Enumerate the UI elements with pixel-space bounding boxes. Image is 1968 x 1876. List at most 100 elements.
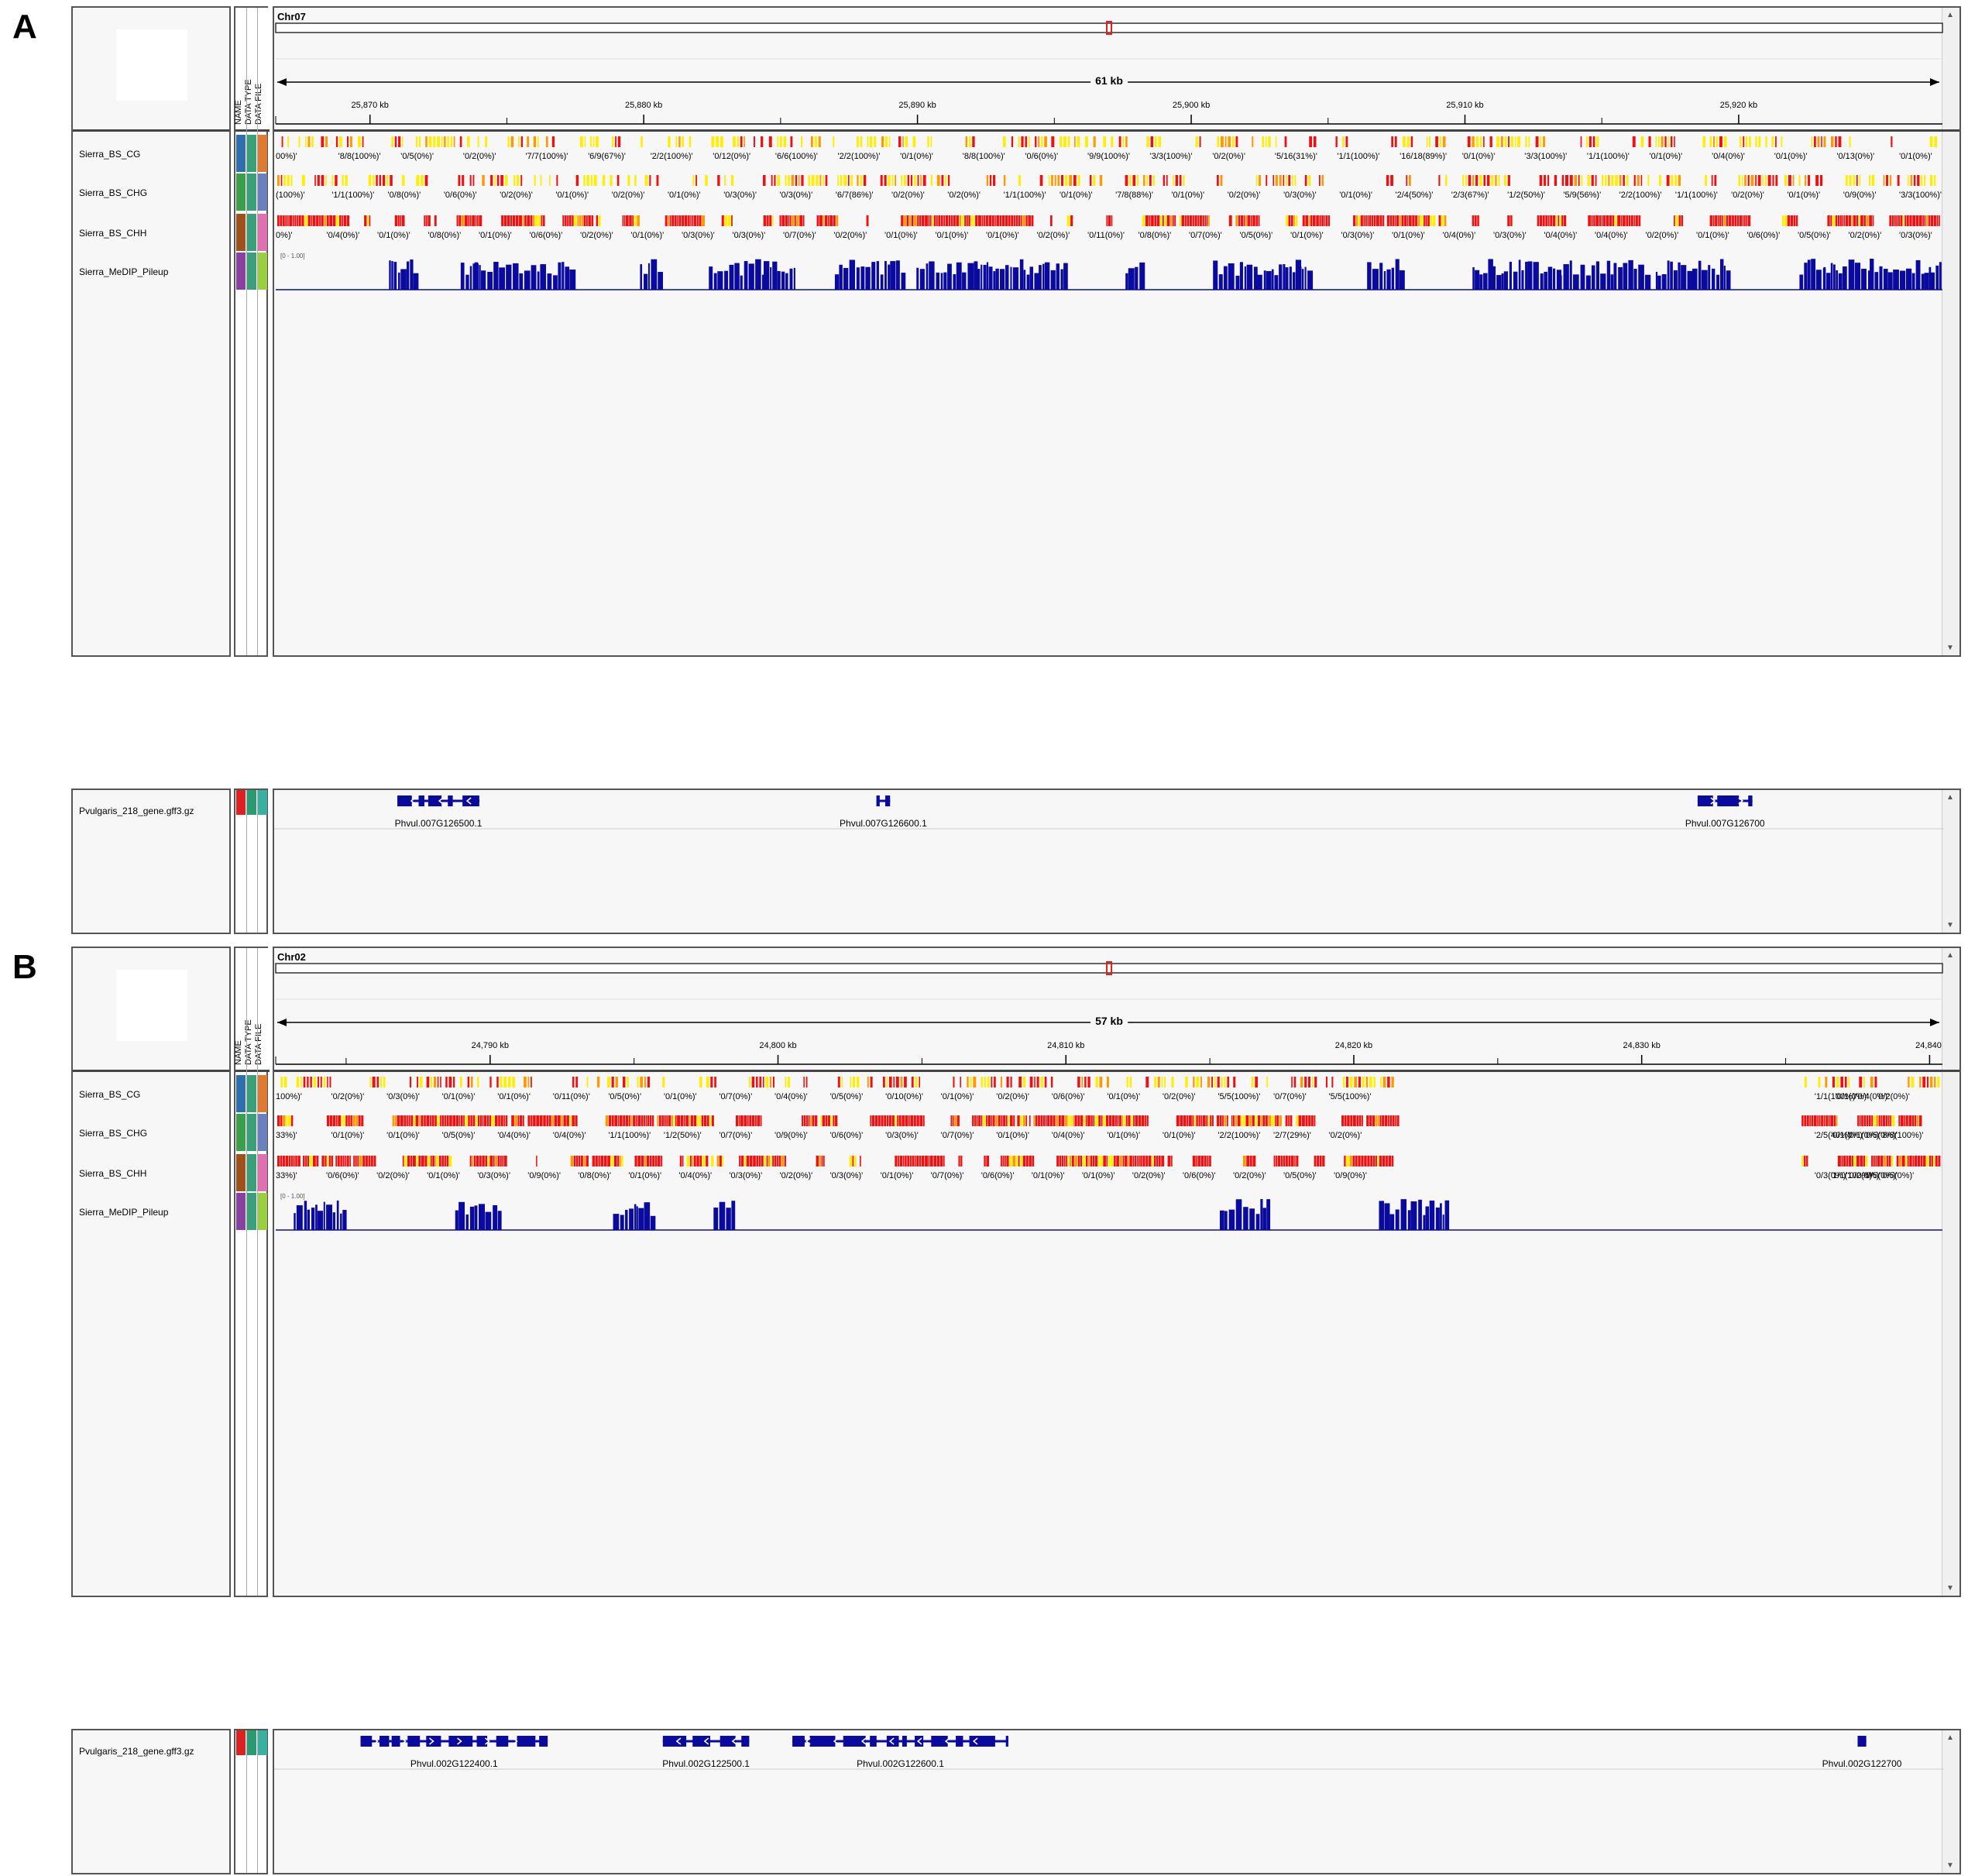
methylation-mark [1345, 136, 1348, 147]
methylation-mark [988, 215, 992, 226]
attribute-cell[interactable] [247, 1154, 256, 1191]
methylation-mark [590, 175, 592, 186]
track-name[interactable]: Sierra_BS_CHH [79, 228, 146, 239]
track-name[interactable]: Sierra_BS_CHH [79, 1168, 146, 1179]
attribute-header-label[interactable]: DATA TYPE [244, 1019, 253, 1065]
attribute-cell[interactable] [258, 214, 267, 251]
scroll-up-icon[interactable]: ▲ [1946, 1733, 1954, 1742]
pileup-bar [1832, 264, 1836, 290]
methylation-mark [760, 1115, 762, 1126]
methylation-mark [1514, 136, 1516, 147]
scroll-up-icon[interactable]: ▲ [1946, 793, 1954, 802]
attribute-cell[interactable] [236, 214, 246, 251]
methylation-mark [1111, 215, 1113, 226]
methylation-mark [1002, 1156, 1005, 1166]
gene-features [274, 1736, 1944, 1770]
methylation-annotation: '0/2(0%)' [1848, 231, 1882, 240]
methylation-mark [658, 1115, 661, 1126]
track-name[interactable]: Sierra_BS_CHG [79, 1128, 147, 1139]
methylation-mark [827, 1115, 830, 1126]
methylation-mark [321, 175, 325, 186]
gene-feature[interactable] [662, 1736, 750, 1747]
methylation-mark [1346, 1156, 1350, 1166]
methylation-mark [1288, 1115, 1290, 1126]
attribute-cell[interactable] [247, 1193, 256, 1230]
attribute-header-label[interactable]: DATA TYPE [244, 79, 253, 125]
attribute-cell[interactable] [258, 1193, 267, 1230]
attribute-cell[interactable] [247, 790, 256, 815]
methylation-annotation: '0/6(0%)' [981, 1171, 1015, 1180]
methylation-mark [1740, 136, 1742, 147]
scroll-down-icon[interactable]: ▼ [1946, 644, 1954, 652]
attribute-cell[interactable] [247, 1730, 256, 1755]
gene-feature[interactable] [360, 1736, 548, 1747]
methylation-annotation: '1/1(100%)' [1674, 191, 1718, 200]
methylation-mark [444, 136, 446, 147]
scroll-down-icon[interactable]: ▼ [1946, 1861, 1954, 1870]
attribute-cell[interactable] [236, 1154, 246, 1191]
attribute-cell[interactable] [247, 1075, 256, 1112]
vertical-scrollbar[interactable]: ▲ ▼ [1942, 790, 1959, 933]
chromosome-ideogram[interactable] [275, 963, 1943, 974]
methylation-mark [421, 1115, 424, 1126]
attribute-cell[interactable] [236, 1075, 246, 1112]
methylation-annotation: '0/2(0%)' [891, 191, 925, 200]
attribute-cell[interactable] [236, 1193, 246, 1230]
attribute-cell[interactable] [247, 1114, 256, 1151]
attribute-cell[interactable] [247, 253, 256, 290]
attribute-cell[interactable] [247, 135, 256, 172]
track-name[interactable]: Sierra_BS_CG [79, 1089, 140, 1100]
attribute-cell[interactable] [258, 1154, 267, 1191]
attribute-cell[interactable] [236, 253, 246, 290]
attribute-cell[interactable] [236, 790, 246, 815]
track-name[interactable]: Sierra_BS_CG [79, 149, 140, 160]
chromosome-ideogram[interactable] [275, 22, 1943, 33]
attribute-cell[interactable] [236, 1730, 246, 1755]
methylation-mark [472, 175, 475, 186]
vertical-scrollbar[interactable]: ▲ ▼ [1942, 8, 1959, 655]
methylation-mark [696, 215, 699, 226]
attribute-cell[interactable] [258, 253, 267, 290]
methylation-mark [1206, 1115, 1208, 1126]
attribute-cell[interactable] [258, 135, 267, 172]
track-name[interactable]: Sierra_BS_CHG [79, 187, 147, 198]
scroll-up-icon[interactable]: ▲ [1946, 11, 1954, 19]
methylation-mark [611, 1077, 614, 1087]
vertical-scrollbar[interactable]: ▲ ▼ [1942, 1730, 1959, 1873]
methylation-mark [731, 215, 733, 226]
gene-feature[interactable] [792, 1736, 1008, 1747]
methylation-mark [1018, 1156, 1020, 1166]
gene-feature[interactable] [397, 795, 480, 806]
gene-feature[interactable] [1857, 1736, 1867, 1747]
attribute-cell[interactable] [236, 174, 246, 211]
scroll-down-icon[interactable]: ▼ [1946, 1584, 1954, 1593]
attribute-cell[interactable] [247, 174, 256, 211]
pileup-bar [740, 275, 743, 290]
track-name[interactable]: Sierra_MeDIP_Pileup [79, 266, 168, 277]
methylation-mark [696, 1156, 699, 1166]
track-name[interactable]: Sierra_MeDIP_Pileup [79, 1207, 168, 1218]
scroll-down-icon[interactable]: ▼ [1946, 921, 1954, 929]
methylation-mark [1073, 1115, 1074, 1126]
attribute-cell[interactable] [258, 790, 267, 815]
attribute-cell[interactable] [258, 1114, 267, 1151]
attribute-header-label[interactable]: DATA FILE [254, 1024, 263, 1065]
attribute-header-label[interactable]: NAME [234, 1040, 243, 1065]
gene-feature[interactable] [876, 795, 891, 806]
methylation-mark [335, 175, 338, 186]
methylation-mark [1276, 1156, 1277, 1166]
gene-feature[interactable] [1697, 795, 1753, 806]
attribute-cell[interactable] [258, 1075, 267, 1112]
attribute-cell[interactable] [247, 214, 256, 251]
attribute-header-label[interactable]: NAME [234, 100, 243, 125]
methylation-mark [1149, 175, 1152, 186]
attribute-cell[interactable] [236, 135, 246, 172]
gene-track-name[interactable]: Pvulgaris_218_gene.gff3.gz [79, 1746, 194, 1757]
gene-track-name[interactable]: Pvulgaris_218_gene.gff3.gz [79, 806, 194, 816]
attribute-cell[interactable] [236, 1114, 246, 1151]
attribute-cell[interactable] [258, 1730, 267, 1755]
attribute-cell[interactable] [258, 174, 267, 211]
attribute-header-label[interactable]: DATA FILE [254, 84, 263, 125]
scroll-up-icon[interactable]: ▲ [1946, 951, 1954, 960]
vertical-scrollbar[interactable]: ▲ ▼ [1942, 948, 1959, 1596]
